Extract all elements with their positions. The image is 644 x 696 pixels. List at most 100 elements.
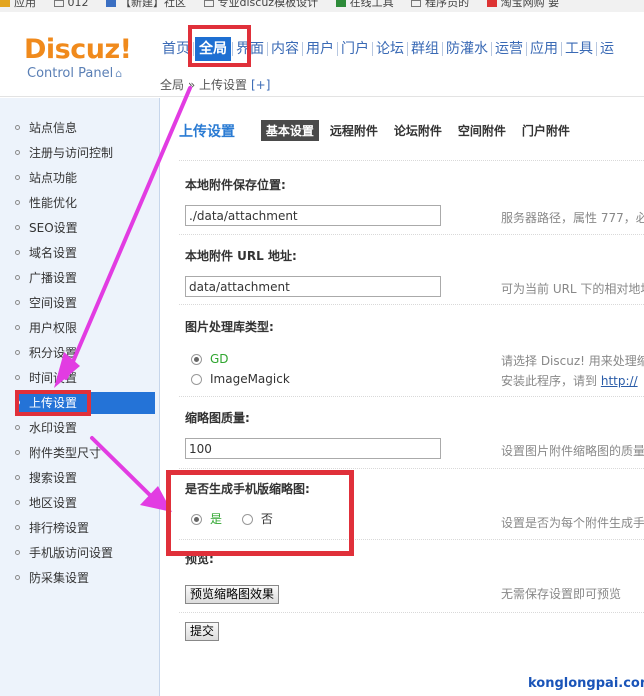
nav-item[interactable]: 应用 [528,37,560,61]
apps-icon [0,0,10,7]
bullet-icon [15,225,20,230]
sidebar-item[interactable]: 时间设置 [15,367,155,389]
bookmark-item[interactable]: 程序员的 [411,0,469,8]
divider [179,468,644,469]
site-icon [106,0,116,7]
bullet-icon [15,150,20,155]
attach-dir-hint: 服务器路径，属性 777，必 [501,211,644,225]
nav-separator [337,42,338,56]
nav-item[interactable]: 论坛 [374,37,406,61]
bookmark-item[interactable]: 在线工具 [335,0,394,8]
image-lib-label: 图片处理库类型: [185,320,274,334]
bookmark-item[interactable]: 淘宝网购 要 [486,0,559,8]
bookmark-item[interactable]: 012 [53,0,89,8]
radio-checked-icon[interactable] [191,354,202,365]
bullet-icon [15,300,20,305]
sidebar-item-label: 站点功能 [29,171,78,185]
imagemagick-link[interactable]: http:// [601,374,638,388]
nav-item[interactable]: 内容 [269,37,301,61]
sidebar-item-label: 搜索设置 [29,471,78,485]
home-icon[interactable]: ⌂ [115,67,122,80]
nav-item[interactable]: 门户 [339,37,371,61]
divider [179,234,644,235]
submit-button[interactable]: 提交 [185,622,220,641]
nav-separator [491,42,492,56]
sidebar-item[interactable]: 排行榜设置 [15,517,155,539]
nav-separator [372,42,373,56]
bullet-icon [15,450,20,455]
image-lib-hint-2: 安装此程序，请到 http:// [501,374,638,388]
highlight-box-sidebar [15,390,91,416]
nav-item[interactable]: 群组 [409,37,441,61]
sidebar-item-label: 广播设置 [29,271,78,285]
tab[interactable]: 门户附件 [517,120,575,141]
tab[interactable]: 论坛附件 [389,120,447,141]
bullet-icon [15,125,20,130]
bullet-icon [15,175,20,180]
divider [179,396,644,397]
sidebar-item-label: 时间设置 [29,371,78,385]
bookmarks-bar: 应用 012 【新建】社区 专业discuz模板设计 在线工具 程序员的 淘宝网… [0,0,644,12]
sidebar-item[interactable]: 手机版访问设置 [15,542,155,564]
sidebar-item-label: 防采集设置 [29,571,90,585]
breadcrumb: 全局 » 上传设置 [+] [160,78,271,92]
bookmark-item[interactable]: 【新建】社区 [106,0,186,8]
attach-url-input[interactable] [185,276,441,297]
logo-subtitle: Control Panel ⌂ [27,66,123,81]
sidebar-item[interactable]: 附件类型尺寸 [15,442,155,464]
bookmark-item[interactable]: 应用 [0,0,36,8]
add-shortcut-link[interactable]: [+] [251,78,270,92]
sidebar-item[interactable]: 防采集设置 [15,567,155,589]
nav-separator [596,42,597,56]
sidebar-item[interactable]: 水印设置 [15,417,155,439]
image-lib-option-imagemagick[interactable]: ImageMagick [191,372,290,386]
bullet-icon [15,275,20,280]
sidebar-item[interactable]: 地区设置 [15,492,155,514]
sidebar-item[interactable]: 用户权限 [15,317,155,339]
watermark: konglongpai.com [528,676,644,691]
bullet-icon [15,325,20,330]
page-icon [53,0,64,7]
nav-separator [561,42,562,56]
sidebar-item[interactable]: 注册与访问控制 [15,142,155,164]
attach-dir-input[interactable] [185,205,441,226]
image-lib-option-gd[interactable]: GD [191,352,229,366]
divider [179,160,644,161]
bullet-icon [15,200,20,205]
bullet-icon [15,525,20,530]
sidebar-item-label: 站点信息 [29,121,78,135]
nav-item[interactable]: 运 [598,37,616,61]
sidebar-item-label: 地区设置 [29,496,78,510]
nav-item[interactable]: 用户 [304,37,336,61]
thumb-quality-input[interactable] [185,438,441,459]
nav-separator [407,42,408,56]
nav-item[interactable]: 运营 [493,37,525,61]
sidebar-item-label: 排行榜设置 [29,521,90,535]
radio-unchecked-icon[interactable] [191,374,202,385]
bullet-icon [15,375,20,380]
tab[interactable]: 远程附件 [325,120,383,141]
sidebar-item[interactable]: 站点功能 [15,167,155,189]
tab[interactable]: 基本设置 [260,120,319,141]
sidebar-item[interactable]: 广播设置 [15,267,155,289]
sidebar-item-label: 附件类型尺寸 [29,446,102,460]
preview-thumb-button[interactable]: 预览缩略图效果 [185,585,280,604]
sidebar-item[interactable]: 站点信息 [15,117,155,139]
highlight-box-nav [188,25,251,67]
nav-item[interactable]: 工具 [563,37,595,61]
nav-separator [526,42,527,56]
divider [179,304,644,305]
nav-item[interactable]: 防灌水 [444,37,490,61]
sidebar-item-label: 域名设置 [29,246,78,260]
tab[interactable]: 空间附件 [453,120,511,141]
logo: Discuz! [24,34,132,65]
bookmark-item[interactable]: 专业discuz模板设计 [203,0,318,8]
sidebar-item[interactable]: 空间设置 [15,292,155,314]
bullet-icon [15,250,20,255]
sidebar-item[interactable]: 域名设置 [15,242,155,264]
sidebar-item[interactable]: 搜索设置 [15,467,155,489]
sidebar-item[interactable]: 积分设置 [15,342,155,364]
sidebar-item[interactable]: SEO设置 [15,217,155,239]
sidebar-item-label: 用户权限 [29,321,78,335]
sidebar-item[interactable]: 性能优化 [15,192,155,214]
